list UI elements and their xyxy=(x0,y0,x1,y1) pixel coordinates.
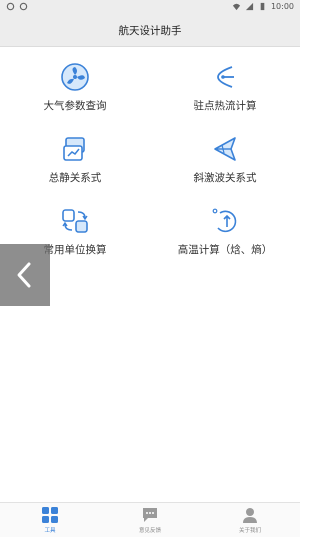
user-icon xyxy=(243,508,257,523)
stagnation-heat-icon xyxy=(217,66,234,88)
tool-oblique-shock[interactable]: 斜激波关系式 xyxy=(150,134,300,196)
signal-icon xyxy=(245,2,254,11)
tool-label: 常用单位换算 xyxy=(43,244,107,256)
bottom-tab-bar: 工具 意见反馈 关于我们 xyxy=(0,502,300,537)
tool-label: 高温计算（焓、熵） xyxy=(177,244,273,256)
tool-total-static[interactable]: 总静关系式 xyxy=(0,134,150,196)
tool-label: 斜激波关系式 xyxy=(193,172,257,184)
tab-label: 意见反馈 xyxy=(138,528,161,534)
tab-label: 关于我们 xyxy=(238,528,261,534)
notification-icon xyxy=(19,2,28,11)
tab-feedback[interactable]: 意见反馈 xyxy=(100,506,200,536)
atmosphere-fan-icon xyxy=(61,63,89,91)
unit-convert-icon xyxy=(62,209,88,233)
status-bar: 10:00 xyxy=(0,0,300,14)
tool-stagnation-heat[interactable]: 驻点热流计算 xyxy=(150,62,300,124)
high-temp-icon xyxy=(212,208,237,233)
chevron-left-icon xyxy=(17,262,31,288)
title-bar: 航天设计助手 xyxy=(0,14,300,47)
status-time: 10:00 xyxy=(270,2,294,11)
tool-label: 大气参数查询 xyxy=(43,100,107,112)
total-static-icon xyxy=(63,137,85,161)
tool-atmosphere-query[interactable]: 大气参数查询 xyxy=(0,62,150,124)
grid-icon xyxy=(42,507,58,523)
notification-icon xyxy=(6,2,15,11)
tool-label: 驻点热流计算 xyxy=(193,100,257,112)
tab-about[interactable]: 关于我们 xyxy=(200,506,300,536)
tab-label: 工具 xyxy=(44,528,56,534)
back-button[interactable] xyxy=(0,244,50,306)
battery-icon xyxy=(260,2,265,11)
page-title: 航天设计助手 xyxy=(118,24,182,37)
wifi-icon xyxy=(232,3,241,11)
feedback-icon xyxy=(143,508,157,522)
tool-high-temperature[interactable]: 高温计算（焓、熵） xyxy=(150,206,300,268)
tool-label: 总静关系式 xyxy=(48,172,102,184)
tab-tools[interactable]: 工具 xyxy=(0,506,100,536)
oblique-shock-icon xyxy=(214,137,236,161)
